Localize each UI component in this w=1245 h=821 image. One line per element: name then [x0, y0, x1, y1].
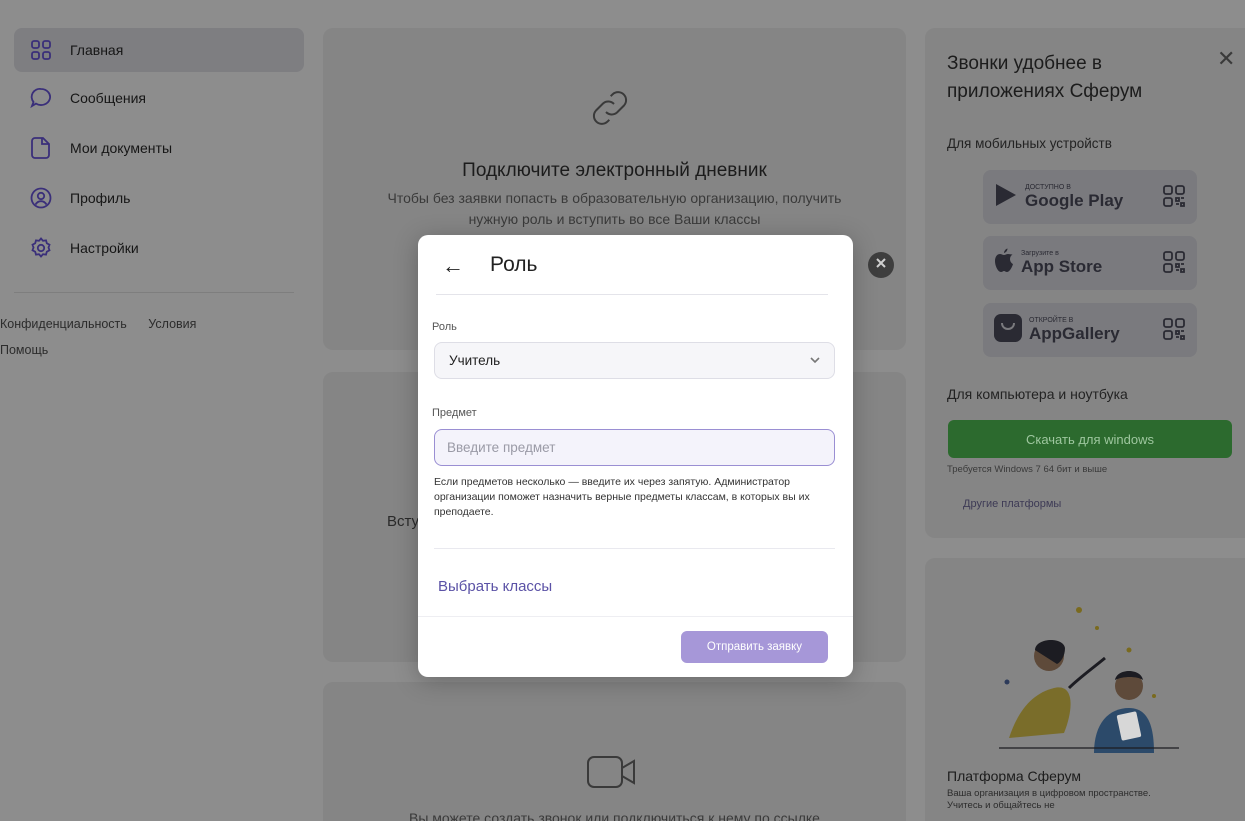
sidebar-footer: Конфиденциальность Условия Помощь	[0, 311, 214, 363]
platform-subtitle: Ваша организация в цифровом пространстве…	[947, 788, 1151, 811]
sidebar-item-messages[interactable]: Сообщения	[14, 76, 304, 120]
qr-code-icon	[1163, 251, 1185, 278]
privacy-link[interactable]: Конфиденциальность	[0, 317, 127, 331]
store-name: AppGallery	[1029, 324, 1120, 343]
sidebar-divider	[14, 292, 294, 293]
link-icon	[585, 83, 635, 138]
qr-code-icon	[1163, 185, 1185, 212]
role-dialog: ← Роль Роль Учитель Предмет Если предмет…	[418, 235, 853, 677]
huawei-appgallery-icon	[993, 313, 1023, 348]
download-windows-button[interactable]: Скачать для windows	[948, 420, 1232, 458]
people-illustration	[979, 588, 1189, 763]
diary-card-title: Подключите электронный дневник	[462, 160, 767, 181]
help-link[interactable]: Помощь	[0, 343, 48, 357]
terms-link[interactable]: Условия	[148, 317, 196, 331]
role-select-value: Учитель	[449, 353, 501, 368]
sidebar-item-label: Мои документы	[70, 140, 173, 156]
subject-input[interactable]	[447, 440, 817, 455]
sidebar-item-home[interactable]: Главная	[14, 28, 304, 72]
choose-classes-link[interactable]: Выбрать классы	[438, 578, 552, 595]
call-card: Вы можете создать звонок или подключитьс…	[323, 682, 906, 821]
settings-gear-icon	[28, 235, 54, 261]
appgallery-button[interactable]: ОТКРОЙТЕ В AppGallery	[983, 303, 1197, 357]
apple-icon	[993, 248, 1015, 279]
other-platforms-link[interactable]: Другие платформы	[963, 498, 1061, 510]
sidebar-item-profile[interactable]: Профиль	[14, 176, 304, 220]
close-icon	[875, 256, 887, 274]
close-icon[interactable]: ✕	[1217, 46, 1235, 72]
desktop-label: Для компьютера и ноутбука	[947, 386, 1128, 402]
divider	[418, 616, 853, 617]
platform-promo-panel: Платформа Сферум Ваша организация в цифр…	[925, 558, 1245, 821]
requirements-note: Требуется Windows 7 64 бит и выше	[947, 464, 1108, 475]
join-card-text: Всту	[387, 513, 420, 530]
page: Главная Сообщения Мои документы Профиль …	[0, 0, 1245, 821]
sidebar-item-label: Профиль	[70, 190, 131, 206]
app-store-button[interactable]: Загрузите в App Store	[983, 236, 1197, 290]
sidebar-item-label: Главная	[70, 42, 124, 58]
apps-promo-panel: ✕ Звонки удобнее в приложениях Сферум Дл…	[925, 28, 1245, 538]
sidebar-item-settings[interactable]: Настройки	[14, 226, 304, 270]
sidebar-item-label: Сообщения	[70, 90, 146, 106]
chevron-down-icon	[808, 353, 822, 370]
sidebar-item-label: Настройки	[70, 240, 139, 256]
sidebar: Главная Сообщения Мои документы Профиль …	[0, 0, 310, 821]
mobile-label: Для мобильных устройств	[947, 136, 1112, 151]
back-arrow-icon[interactable]: ←	[442, 253, 464, 279]
platform-title: Платформа Сферум	[947, 768, 1082, 784]
divider	[434, 548, 835, 549]
profile-icon	[28, 185, 54, 211]
document-icon	[28, 135, 54, 161]
store-name: App Store	[1021, 257, 1103, 276]
apps-promo-title: Звонки удобнее в приложениях Сферум	[947, 53, 1143, 102]
role-select[interactable]: Учитель	[434, 342, 835, 379]
grid-icon	[28, 37, 54, 63]
video-camera-icon	[585, 754, 641, 795]
chat-bubble-icon	[28, 85, 54, 111]
modal-close-button[interactable]	[868, 252, 894, 278]
role-label: Роль	[432, 321, 457, 333]
subject-label: Предмет	[432, 407, 477, 419]
diary-card-subtitle: Чтобы без заявки попасть в образовательн…	[387, 190, 842, 227]
divider	[436, 294, 828, 295]
sidebar-item-documents[interactable]: Мои документы	[14, 126, 304, 170]
subject-field[interactable]	[434, 429, 835, 466]
qr-code-icon	[1163, 318, 1185, 345]
subject-hint: Если предметов несколько — введите их че…	[434, 476, 810, 518]
store-name: Google Play	[1025, 191, 1124, 210]
call-card-text: Вы можете создать звонок или подключитьс…	[409, 810, 820, 821]
google-play-button[interactable]: ДОСТУПНО В Google Play	[983, 170, 1197, 224]
dialog-title: Роль	[490, 253, 538, 276]
google-play-icon	[993, 182, 1019, 213]
submit-request-button[interactable]: Отправить заявку	[681, 631, 828, 663]
